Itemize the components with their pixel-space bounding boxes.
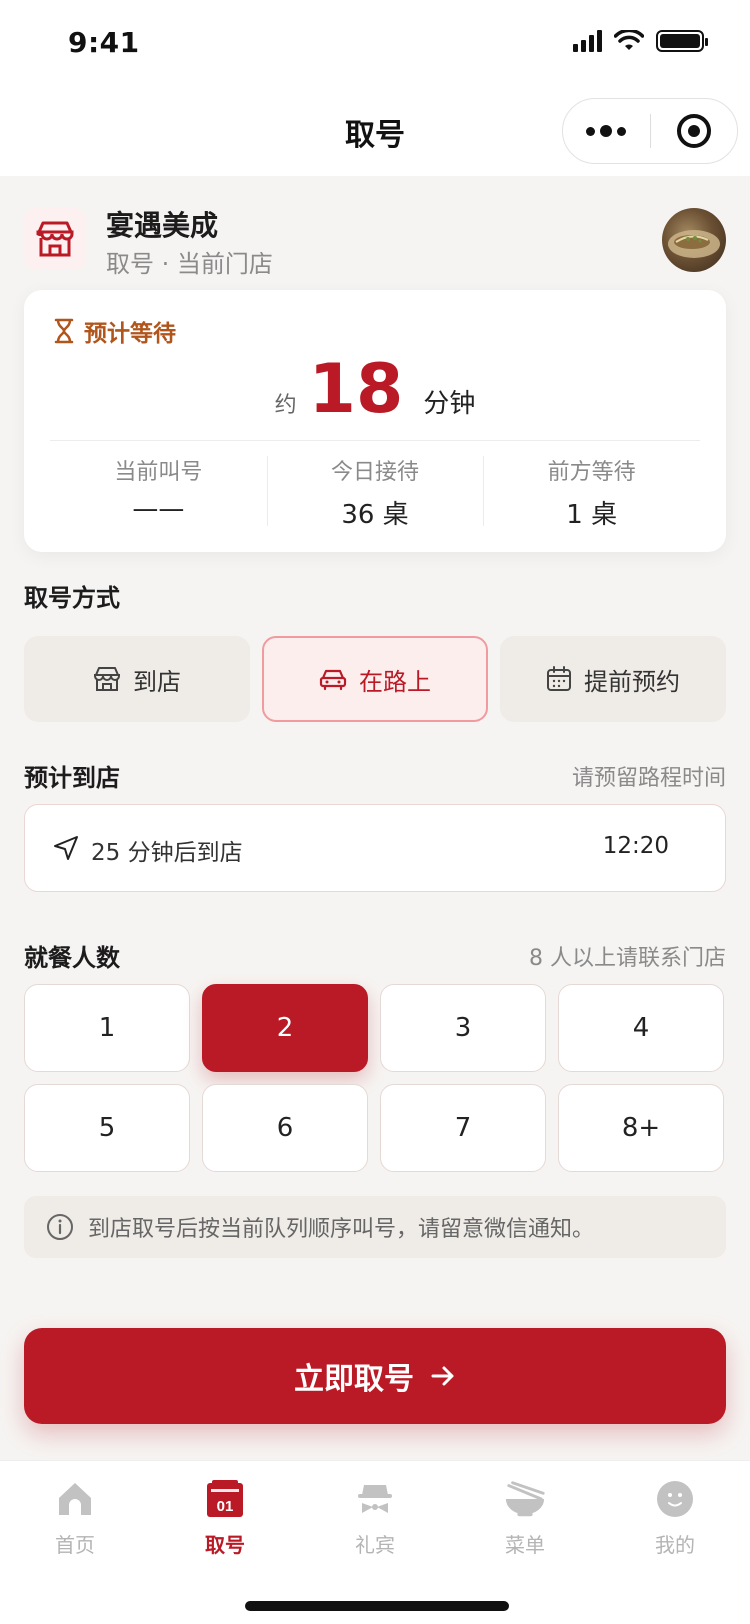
- mode-option-onroute[interactable]: 在路上: [262, 636, 488, 722]
- notice-text: 到店取号后按当前队列顺序叫号，请留意微信通知。: [88, 1217, 595, 1242]
- tab-label: 菜单: [505, 1533, 545, 1557]
- mode-section-title: 取号方式: [24, 584, 120, 612]
- divider: [50, 440, 700, 441]
- mode-options: 到店 在路上 提前预约: [24, 636, 726, 722]
- wait-label: 预计等待: [54, 314, 176, 348]
- party-size-option[interactable]: 4: [558, 984, 724, 1072]
- concierge-icon: [353, 1477, 397, 1521]
- calendar-icon: [547, 666, 571, 691]
- tab-label: 礼宾: [355, 1533, 395, 1557]
- wait-prefix: 约: [274, 393, 297, 418]
- mode-option-instore[interactable]: 到店: [24, 636, 250, 722]
- arrival-section-title: 预计到店: [24, 764, 120, 792]
- store-header: 宴遇美成 取号 · 当前门店: [24, 204, 726, 280]
- arrival-duration: 25 分钟后到店: [91, 840, 243, 866]
- party-size-option[interactable]: 8+: [558, 1084, 724, 1172]
- queue-stats: 当前叫号 —— 今日接待 36 桌 前方等待 1 桌: [50, 454, 700, 530]
- status-bar: 9:41: [0, 0, 750, 90]
- nav-bar: 取号: [0, 90, 750, 176]
- status-icons: [573, 30, 708, 52]
- party-size-option[interactable]: 3: [380, 984, 546, 1072]
- tab-label: 我的: [655, 1533, 695, 1557]
- party-size-option[interactable]: 1: [24, 984, 190, 1072]
- wait-minutes: 18: [308, 350, 404, 429]
- store-icon: [24, 208, 86, 270]
- mode-label: 在路上: [359, 667, 431, 696]
- signal-icon: [573, 30, 602, 52]
- take-number-label: 立即取号: [294, 1362, 414, 1397]
- arrival-time-picker[interactable]: 25 分钟后到店 12:20: [24, 804, 726, 892]
- party-hint: 8 人以上请联系门店: [529, 946, 726, 971]
- take-number-button[interactable]: 立即取号: [24, 1328, 726, 1424]
- tab-menu[interactable]: 菜单: [450, 1477, 600, 1558]
- tab-label: 首页: [55, 1533, 95, 1557]
- party-size-option[interactable]: 2: [202, 984, 368, 1072]
- wait-estimate: 约 18 分钟: [24, 350, 726, 430]
- arrival-hint: 请预留路程时间: [571, 766, 726, 791]
- stat-ahead-waiting: 前方等待 1 桌: [483, 454, 700, 530]
- store-icon: [94, 667, 120, 691]
- mode-label: 提前预约: [584, 667, 680, 696]
- close-button[interactable]: [651, 114, 738, 148]
- party-size-option[interactable]: 5: [24, 1084, 190, 1172]
- wait-unit: 分钟: [423, 389, 476, 419]
- stat-value: 1 桌: [566, 500, 618, 530]
- party-section-title: 就餐人数: [24, 944, 120, 972]
- battery-icon: [656, 30, 708, 52]
- miniprogram-capsule: [562, 98, 738, 164]
- stat-value: ——: [132, 494, 185, 524]
- status-time: 9:41: [68, 26, 140, 59]
- profile-icon: [653, 1477, 697, 1521]
- queue-notice: 到店取号后按当前队列顺序叫号，请留意微信通知。: [24, 1196, 726, 1258]
- tab-bar: 首页 01 取号 礼宾 菜单 我的: [0, 1460, 750, 1624]
- tab-take-number[interactable]: 01 取号: [150, 1477, 300, 1558]
- tab-profile[interactable]: 我的: [600, 1477, 750, 1558]
- store-avatar[interactable]: [662, 208, 726, 272]
- target-icon: [676, 114, 711, 148]
- tab-home[interactable]: 首页: [0, 1477, 150, 1558]
- stat-label: 今日接待: [331, 460, 420, 485]
- home-icon: [53, 1477, 97, 1521]
- wait-label-text: 预计等待: [84, 321, 176, 347]
- party-size-grid: 1 2 3 4 5 6 7 8+: [24, 984, 726, 1172]
- wifi-icon: [614, 30, 644, 50]
- arrow-right-icon: [431, 1366, 454, 1386]
- wait-card: 预计等待 约 18 分钟 当前叫号 —— 今日接待 36 桌 前方等待 1 桌: [24, 290, 726, 552]
- more-dots-icon: [586, 126, 596, 136]
- car-icon: [319, 669, 347, 691]
- more-button[interactable]: [563, 125, 650, 137]
- tab-label: 取号: [205, 1533, 245, 1557]
- stat-current-call: 当前叫号 ——: [50, 454, 267, 528]
- party-size-option[interactable]: 6: [202, 1084, 368, 1172]
- stat-label: 当前叫号: [114, 460, 203, 485]
- ticket-icon: 01: [203, 1477, 247, 1521]
- stat-label: 前方等待: [547, 460, 636, 485]
- stat-today-served: 今日接待 36 桌: [266, 454, 484, 530]
- store-subtitle: 取号 · 当前门店: [106, 250, 273, 278]
- store-name: 宴遇美成: [106, 209, 219, 242]
- ticket-badge: 01: [217, 1498, 234, 1515]
- tab-concierge[interactable]: 礼宾: [300, 1477, 450, 1558]
- mode-option-reserve[interactable]: 提前预约: [500, 636, 726, 722]
- info-icon: [47, 1214, 73, 1240]
- stat-value: 36 桌: [341, 500, 409, 530]
- arrival-clock-time: 12:20: [602, 833, 669, 859]
- party-size-option[interactable]: 7: [380, 1084, 546, 1172]
- mode-label: 到店: [133, 667, 181, 696]
- home-indicator: [245, 1601, 509, 1611]
- bowl-icon: [503, 1477, 547, 1521]
- navigation-arrow-icon: [54, 836, 78, 860]
- hourglass-icon: [54, 318, 74, 344]
